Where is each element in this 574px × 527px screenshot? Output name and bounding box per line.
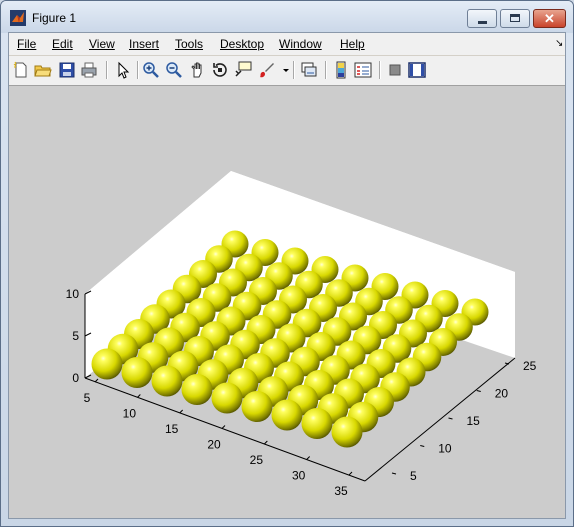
data-cursor-icon[interactable] — [234, 61, 252, 79]
menu-bar: File Edit View Insert Tools Desktop Wind… — [9, 33, 565, 55]
x-tick-label: 35 — [334, 484, 348, 498]
matlab-logo-icon — [10, 10, 26, 26]
sphere — [331, 416, 363, 448]
title-bar[interactable]: Figure 1 ✕ — [1, 1, 573, 33]
x-tick-label: 25 — [250, 453, 264, 467]
toolbar-separator — [325, 61, 327, 79]
maximize-button[interactable] — [500, 9, 530, 28]
sphere — [241, 391, 273, 422]
x-tick-mark — [263, 440, 268, 445]
y-tick-label: 10 — [438, 442, 452, 456]
z-tick-label: 5 — [72, 329, 79, 343]
zoom-in-icon[interactable] — [142, 61, 160, 79]
toolbar-separator — [137, 61, 139, 79]
toolbar-separator — [379, 61, 381, 79]
figure-canvas[interactable]: 0 5 10 5 10 15 20 25 30 35 5 10 15 20 25 — [9, 86, 565, 518]
minimize-icon — [478, 21, 487, 24]
sphere — [211, 382, 243, 414]
figure-window: Figure 1 ✕ File Edit View Insert Tools D… — [0, 0, 574, 527]
link-plot-icon[interactable] — [300, 61, 318, 79]
minimize-button[interactable] — [467, 9, 497, 28]
menu-window[interactable]: Window — [279, 37, 322, 51]
close-icon: ✕ — [544, 11, 555, 26]
y-tick-mark — [420, 445, 425, 447]
toolbar-separator — [106, 61, 108, 79]
x-tick-mark — [179, 409, 184, 414]
menu-file[interactable]: File — [17, 37, 36, 51]
maximize-icon — [510, 14, 520, 22]
figure-toolbar — [9, 56, 565, 86]
x-tick-label: 20 — [207, 438, 221, 452]
close-button[interactable]: ✕ — [533, 9, 566, 28]
legend-icon[interactable] — [354, 61, 372, 79]
window-title: Figure 1 — [32, 11, 77, 25]
x-tick-mark — [136, 394, 141, 398]
x-tick-label: 5 — [84, 391, 91, 405]
hide-plot-tools-icon[interactable] — [386, 61, 404, 79]
sphere — [301, 408, 333, 439]
new-figure-icon[interactable] — [12, 61, 30, 79]
sphere — [121, 357, 153, 388]
x-tick-mark — [348, 471, 353, 476]
menu-desktop[interactable]: Desktop — [220, 37, 264, 51]
y-tick-mark — [448, 417, 453, 420]
save-icon[interactable] — [58, 61, 76, 79]
3d-axes[interactable]: 0510 5101520253035 510152025 — [9, 86, 565, 518]
sphere — [151, 365, 183, 397]
y-tick-label: 5 — [410, 469, 417, 483]
sphere — [271, 399, 303, 431]
x-tick-mark — [221, 425, 226, 429]
y-tick-label: 20 — [495, 387, 509, 401]
x-tick-label: 30 — [292, 469, 306, 483]
x-tick-label: 15 — [165, 422, 179, 436]
edit-plot-arrow-icon[interactable] — [113, 61, 131, 79]
sphere — [181, 374, 213, 405]
menu-help[interactable]: Help — [340, 37, 365, 51]
show-plot-tools-icon[interactable] — [408, 61, 426, 79]
brush-dropdown-icon[interactable] — [277, 61, 289, 79]
x-tick-mark — [306, 456, 311, 460]
y-tick-label: 15 — [467, 414, 481, 428]
y-tick-mark — [476, 390, 481, 392]
dock-arrow-icon[interactable]: ↘ — [555, 38, 563, 49]
zoom-out-icon[interactable] — [165, 61, 183, 79]
menu-view[interactable]: View — [89, 37, 115, 51]
toolbar-separator — [293, 61, 295, 79]
rotate-3d-icon[interactable] — [211, 61, 229, 79]
z-tick-label: 10 — [66, 287, 80, 301]
figure-client-area: File Edit View Insert Tools Desktop Wind… — [8, 32, 566, 519]
sphere — [91, 348, 123, 380]
x-tick-mark — [94, 378, 99, 383]
x-tick-label: 10 — [123, 407, 137, 421]
menu-edit[interactable]: Edit — [52, 37, 73, 51]
brush-icon[interactable] — [258, 61, 276, 79]
y-tick-label: 25 — [523, 359, 537, 373]
menu-insert[interactable]: Insert — [129, 37, 159, 51]
y-tick-mark — [391, 472, 397, 475]
z-tick-label: 0 — [72, 371, 79, 385]
print-icon[interactable] — [80, 61, 98, 79]
open-file-icon[interactable] — [34, 61, 52, 79]
colorbar-icon[interactable] — [332, 61, 350, 79]
pan-hand-icon[interactable] — [189, 61, 207, 79]
menu-tools[interactable]: Tools — [175, 37, 203, 51]
